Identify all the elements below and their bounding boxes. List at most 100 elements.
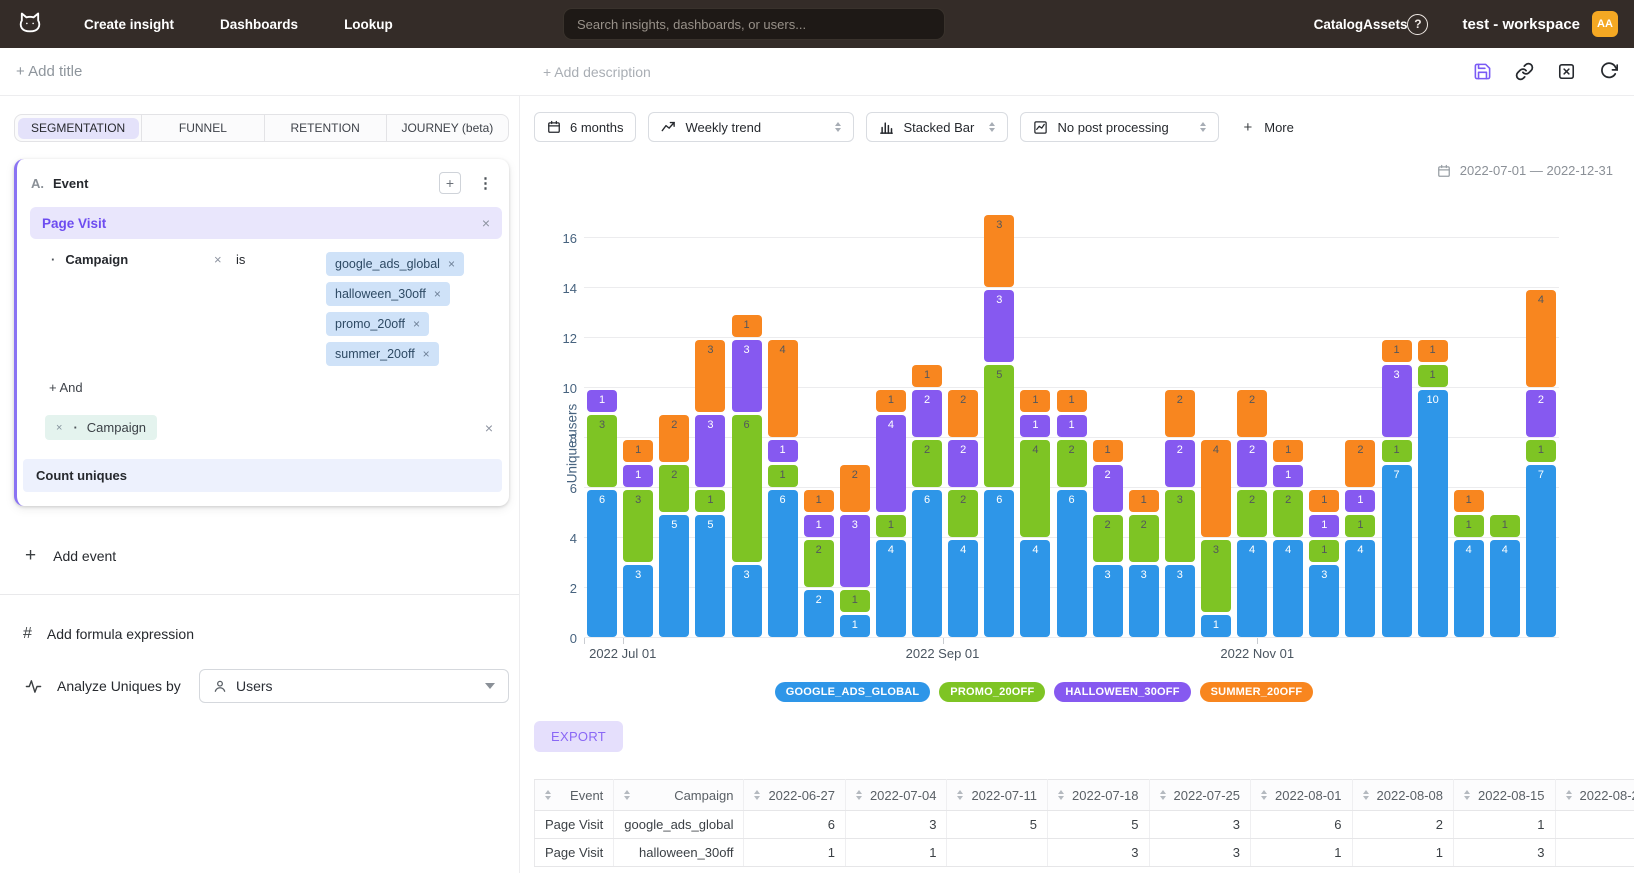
tab-segmentation[interactable]: SEGMENTATION bbox=[18, 118, 139, 139]
sort-icon[interactable] bbox=[624, 790, 630, 800]
share-link-icon[interactable] bbox=[1515, 62, 1534, 81]
bar-segment[interactable]: 4 bbox=[1454, 540, 1484, 637]
bar-segment[interactable]: 2 bbox=[804, 540, 834, 587]
table-column-header[interactable]: 2022-08-08 bbox=[1352, 780, 1454, 811]
legend-pill[interactable]: GOOGLE_ADS_GLOBAL bbox=[775, 682, 931, 702]
remove-value-icon[interactable]: × bbox=[423, 347, 430, 361]
bar-segment[interactable]: 1 bbox=[1382, 440, 1412, 462]
bar-segment[interactable]: 1 bbox=[768, 440, 798, 462]
chart-type-select[interactable]: Stacked Bar bbox=[866, 112, 1008, 142]
analyze-by-select[interactable]: Users bbox=[199, 669, 509, 703]
bar-segment[interactable]: 4 bbox=[1526, 290, 1556, 387]
bar-segment[interactable]: 2 bbox=[912, 390, 942, 437]
bar-segment[interactable]: 3 bbox=[623, 490, 653, 562]
bar-segment[interactable]: 4 bbox=[1273, 540, 1303, 637]
bar-segment[interactable]: 1 bbox=[1020, 390, 1050, 412]
bar-segment[interactable]: 2 bbox=[1345, 440, 1375, 487]
bar-segment[interactable]: 3 bbox=[1165, 565, 1195, 637]
export-button[interactable]: EXPORT bbox=[534, 721, 623, 752]
bar-segment[interactable]: 2 bbox=[804, 590, 834, 637]
nav-item-dashboards[interactable]: Dashboards bbox=[220, 17, 298, 32]
remove-value-icon[interactable]: × bbox=[413, 317, 420, 331]
bar-segment[interactable]: 1 bbox=[768, 465, 798, 487]
bar-segment[interactable]: 1 bbox=[1273, 465, 1303, 487]
bar-segment[interactable]: 1 bbox=[1382, 340, 1412, 362]
bar-segment[interactable]: 1 bbox=[1309, 490, 1339, 512]
bar-segment[interactable]: 1 bbox=[1490, 515, 1520, 537]
bar-segment[interactable]: 2 bbox=[1526, 390, 1556, 437]
bar-segment[interactable]: 3 bbox=[623, 565, 653, 637]
bar-segment[interactable]: 1 bbox=[1057, 415, 1087, 437]
bar-segment[interactable]: 3 bbox=[587, 415, 617, 487]
add-title-field[interactable]: + Add title bbox=[16, 63, 82, 80]
bar-segment[interactable]: 1 bbox=[1309, 515, 1339, 537]
sort-icon[interactable] bbox=[1058, 790, 1064, 800]
help-icon[interactable]: ? bbox=[1407, 14, 1428, 35]
bar-segment[interactable]: 2 bbox=[1165, 390, 1195, 437]
filter-value-chip[interactable]: halloween_30off × bbox=[326, 282, 450, 306]
bar-segment[interactable]: 1 bbox=[623, 440, 653, 462]
sort-icon[interactable] bbox=[1363, 790, 1369, 800]
bar-segment[interactable]: 1 bbox=[876, 390, 906, 412]
sort-icon[interactable] bbox=[957, 790, 963, 800]
bar-segment[interactable]: 1 bbox=[623, 465, 653, 487]
bar-segment[interactable]: 1 bbox=[1273, 440, 1303, 462]
filter-operator[interactable]: is bbox=[236, 252, 276, 267]
bar-segment[interactable]: 4 bbox=[1237, 540, 1267, 637]
remove-breakdown-row-icon[interactable]: × bbox=[485, 420, 493, 436]
bar-segment[interactable]: 3 bbox=[1309, 565, 1339, 637]
bar-segment[interactable]: 1 bbox=[1020, 415, 1050, 437]
bar-segment[interactable]: 1 bbox=[732, 315, 762, 337]
filter-property[interactable]: Campaign bbox=[51, 252, 214, 267]
bar-segment[interactable]: 3 bbox=[1129, 565, 1159, 637]
bar-segment[interactable]: 2 bbox=[948, 440, 978, 487]
bar-segment[interactable]: 6 bbox=[1057, 490, 1087, 637]
table-column-header[interactable]: 2022-07-18 bbox=[1048, 780, 1150, 811]
bar-segment[interactable]: 1 bbox=[1454, 515, 1484, 537]
chart-date-range[interactable]: 2022-07-01 — 2022-12-31 bbox=[534, 163, 1613, 178]
bar-segment[interactable]: 5 bbox=[659, 515, 689, 637]
bar-segment[interactable]: 2 bbox=[948, 390, 978, 437]
filter-value-chip[interactable]: promo_20off × bbox=[326, 312, 429, 336]
bar-segment[interactable]: 2 bbox=[1129, 515, 1159, 562]
table-column-header[interactable]: Event bbox=[535, 780, 614, 811]
bar-segment[interactable]: 2 bbox=[840, 465, 870, 512]
remove-breakdown-icon[interactable]: × bbox=[56, 422, 62, 434]
add-filter-button[interactable]: + bbox=[439, 172, 461, 194]
bar-segment[interactable]: 4 bbox=[1020, 440, 1050, 537]
bar-segment[interactable]: 3 bbox=[840, 515, 870, 587]
bar-segment[interactable]: 7 bbox=[1382, 465, 1412, 637]
table-column-header[interactable]: 2022-07-11 bbox=[947, 780, 1048, 811]
nav-item-create-insight[interactable]: Create insight bbox=[84, 17, 174, 32]
bar-segment[interactable]: 6 bbox=[732, 415, 762, 562]
clear-insight-icon[interactable] bbox=[1557, 62, 1576, 81]
bar-segment[interactable]: 2 bbox=[1237, 490, 1267, 537]
bar-segment[interactable]: 3 bbox=[984, 215, 1014, 287]
bar-segment[interactable]: 1 bbox=[1345, 490, 1375, 512]
remove-event-icon[interactable]: × bbox=[482, 215, 490, 231]
table-column-header[interactable]: 2022-08-22 bbox=[1555, 780, 1634, 811]
nav-item-assets[interactable]: Assets bbox=[1363, 17, 1407, 32]
table-column-header[interactable]: 2022-06-27 bbox=[744, 780, 846, 811]
sort-icon[interactable] bbox=[856, 790, 862, 800]
bar-segment[interactable]: 4 bbox=[1345, 540, 1375, 637]
bar-segment[interactable]: 1 bbox=[1309, 540, 1339, 562]
bar-segment[interactable]: 1 bbox=[587, 390, 617, 412]
bar-segment[interactable]: 3 bbox=[695, 415, 725, 487]
tab-journey[interactable]: JOURNEY (beta) bbox=[386, 115, 508, 141]
bar-segment[interactable]: 4 bbox=[1020, 540, 1050, 637]
bar-segment[interactable]: 2 bbox=[1273, 490, 1303, 537]
bar-segment[interactable]: 3 bbox=[984, 290, 1014, 362]
bar-segment[interactable]: 1 bbox=[1418, 340, 1448, 362]
app-logo-cat-icon[interactable] bbox=[16, 9, 46, 39]
remove-filter-icon[interactable]: × bbox=[214, 252, 236, 267]
sort-icon[interactable] bbox=[1464, 790, 1470, 800]
nav-item-lookup[interactable]: Lookup bbox=[344, 17, 393, 32]
bar-segment[interactable]: 2 bbox=[948, 490, 978, 537]
bar-segment[interactable]: 1 bbox=[804, 490, 834, 512]
add-and-condition-button[interactable]: + And bbox=[17, 368, 509, 407]
bar-segment[interactable]: 5 bbox=[984, 365, 1014, 487]
search-input[interactable] bbox=[563, 8, 945, 40]
bar-segment[interactable]: 1 bbox=[840, 615, 870, 637]
bar-segment[interactable]: 2 bbox=[1093, 465, 1123, 512]
